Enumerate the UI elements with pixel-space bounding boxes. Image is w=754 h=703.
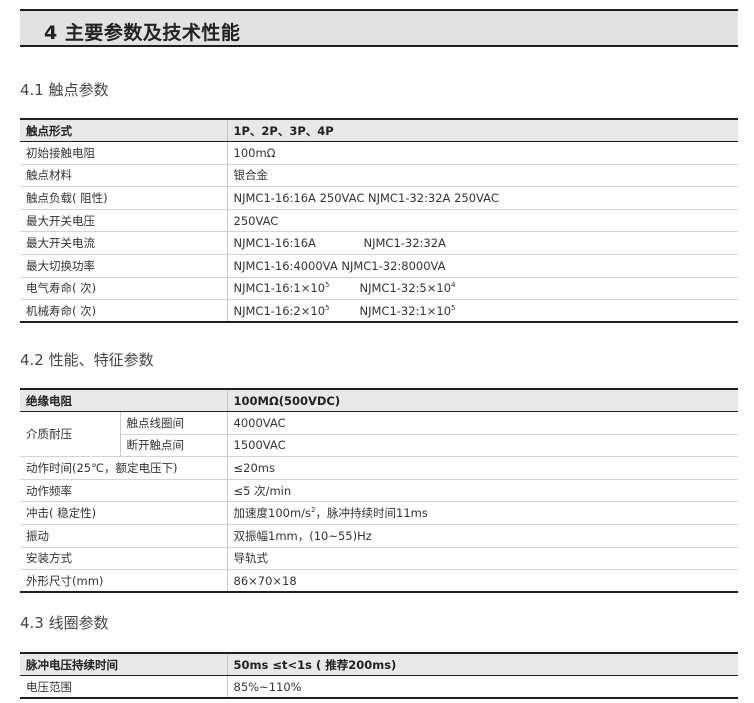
table-header-label: 触点形式 (20, 118, 227, 143)
table-header-value: 50ms ≤t<1s ( 推荐200ms) (226, 652, 738, 677)
row-value: 4000VAC (226, 411, 738, 435)
row-value: 双振幅1mm，(10~55)Hz (226, 524, 738, 548)
contact-parameters-table: 触点形式 1P、2P、3P、4P 初始接触电阻 100mΩ 触点材料 银合金 触… (20, 118, 738, 324)
table-row: 机械寿命( 次) NJMC1-16:2×105 NJMC1-32:1×105 (20, 299, 738, 324)
table-row: 安装方式 导轨式 (20, 547, 738, 571)
table-header-label: 绝缘电阻 (20, 388, 227, 413)
value-model-32: NJMC1-32:5×104 (360, 281, 456, 295)
value-model-32: NJMC1-32:32A (363, 236, 446, 251)
row-value: 加速度100m/s2，脉冲持续时间11ms (226, 501, 738, 526)
row-label: 初始接触电阻 (20, 141, 227, 165)
table-header-value: 100MΩ(500VDC) (226, 388, 738, 413)
row-label: 振动 (20, 524, 227, 548)
value-base: NJMC1-16:1×10 (233, 281, 326, 296)
table-row: 触点材料 银合金 (20, 164, 738, 188)
row-value: 1500VAC (226, 434, 738, 458)
row-value: NJMC1-16:16A 250VAC NJMC1-32:32A 250VAC (226, 186, 738, 210)
table-row: 动作频率 ≤5 次/min (20, 479, 738, 503)
value-exponent: 5 (451, 303, 456, 312)
table-header-value: 1P、2P、3P、4P (226, 118, 738, 143)
table-row: 最大开关电流 NJMC1-16:16A NJMC1-32:32A (20, 231, 738, 256)
row-value: 100mΩ (226, 141, 738, 165)
table-header-label: 脉冲电压持续时间 (20, 652, 227, 677)
row-value: ≤20ms (226, 456, 738, 480)
row-value: NJMC1-16:4000VA NJMC1-32:8000VA (226, 254, 738, 278)
row-sublabel: 触点线圈间 (119, 411, 227, 435)
table-row: 外形尺寸(mm) 86×70×18 (20, 569, 738, 594)
table-row: 最大切换功率 NJMC1-16:4000VA NJMC1-32:8000VA (20, 254, 738, 278)
value-exponent: 4 (451, 281, 456, 290)
page-title: 4 主要参数及技术性能 (44, 22, 241, 44)
row-value: 银合金 (226, 164, 738, 188)
table-row: 冲击( 稳定性) 加速度100m/s2，脉冲持续时间11ms (20, 501, 738, 526)
row-label: 电气寿命( 次) (20, 277, 227, 301)
row-label: 动作频率 (20, 479, 227, 503)
table-header-row: 触点形式 1P、2P、3P、4P (20, 118, 738, 143)
value-model-16: NJMC1-16:16A (233, 236, 316, 251)
value-model-16: NJMC1-16:2×105 (234, 304, 360, 318)
coil-parameters-table: 脉冲电压持续时间 50ms ≤t<1s ( 推荐200ms) 电压范围 85%~… (20, 652, 738, 700)
row-value: NJMC1-16:2×105 NJMC1-32:1×105 (226, 299, 738, 324)
value-suffix: ，脉冲持续时间11ms (315, 506, 428, 521)
value-model-32: NJMC1-32:1×105 (360, 304, 456, 318)
row-label: 触点材料 (20, 164, 227, 188)
row-label: 最大切换功率 (20, 254, 227, 278)
row-value: 250VAC (226, 209, 738, 233)
table-row: 电压范围 85%~110% (20, 675, 738, 700)
value-base: 加速度100m/s (233, 506, 312, 521)
row-label: 介质耐压 (20, 411, 120, 458)
table-row: 电气寿命( 次) NJMC1-16:1×105 NJMC1-32:5×104 (20, 277, 738, 301)
row-label: 最大开关电压 (20, 209, 227, 233)
row-value: NJMC1-16:1×105 NJMC1-32:5×104 (226, 277, 738, 301)
table-row: 振动 双振幅1mm，(10~55)Hz (20, 524, 738, 548)
row-value: 85%~110% (226, 675, 738, 700)
row-value: 86×70×18 (226, 569, 738, 594)
section-title-performance: 4.2 性能、特征参数 (20, 351, 154, 369)
value-base: NJMC1-16:2×10 (233, 303, 326, 318)
value-exponent: 5 (325, 303, 330, 312)
row-label: 安装方式 (20, 547, 227, 571)
value-base: NJMC1-32:5×10 (359, 281, 452, 296)
row-label: 冲击( 稳定性) (20, 501, 227, 526)
value-base: NJMC1-32:1×10 (359, 303, 452, 318)
table-row: 断开触点间 1500VAC (20, 434, 738, 458)
table-row: 最大开关电压 250VAC (20, 209, 738, 233)
row-value: NJMC1-16:16A NJMC1-32:32A (226, 231, 738, 256)
row-sublabel: 断开触点间 (119, 434, 227, 458)
table-header-row: 脉冲电压持续时间 50ms ≤t<1s ( 推荐200ms) (20, 652, 738, 677)
row-label: 电压范围 (20, 675, 227, 700)
row-label: 外形尺寸(mm) (20, 569, 227, 594)
table-row: 初始接触电阻 100mΩ (20, 141, 738, 165)
value-exponent: 5 (325, 281, 330, 290)
row-label: 机械寿命( 次) (20, 299, 227, 324)
performance-parameters-table: 绝缘电阻 100MΩ(500VDC) 介质耐压 触点线圈间 4000VAC 断开… (20, 388, 738, 594)
table-row: 动作时间(25℃，额定电压下) ≤20ms (20, 456, 738, 480)
row-label: 动作时间(25℃，额定电压下) (20, 456, 227, 480)
value-model-16: NJMC1-16:1×105 (234, 281, 360, 295)
row-value: 导轨式 (226, 547, 738, 571)
row-value: ≤5 次/min (226, 479, 738, 503)
table-row: 介质耐压 触点线圈间 4000VAC (20, 411, 738, 458)
section-title-contact: 4.1 触点参数 (20, 81, 109, 99)
section-title-coil: 4.3 线圈参数 (20, 614, 109, 632)
row-label: 触点负载( 阻性) (20, 186, 227, 210)
table-row: 触点负载( 阻性) NJMC1-16:16A 250VAC NJMC1-32:3… (20, 186, 738, 210)
table-header-row: 绝缘电阻 100MΩ(500VDC) (20, 388, 738, 413)
row-label: 最大开关电流 (20, 231, 227, 256)
section-header-bar: 4 主要参数及技术性能 (20, 9, 738, 47)
